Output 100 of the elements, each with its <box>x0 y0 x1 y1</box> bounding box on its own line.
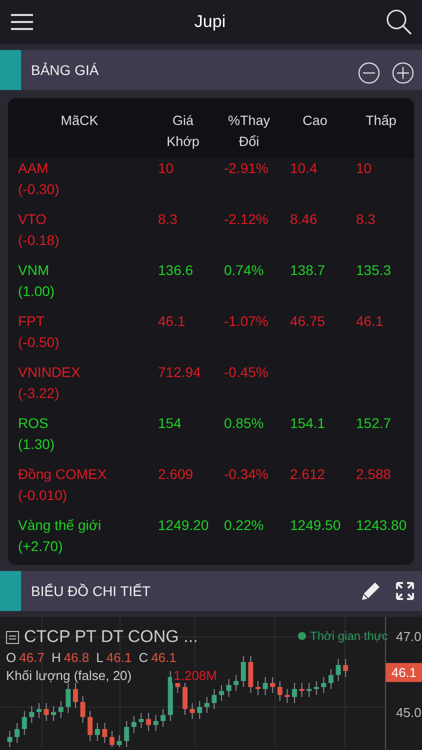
stock-symbol: ROS <box>18 414 48 433</box>
candlestick <box>94 722 100 742</box>
stock-symbol: FPT <box>18 312 44 331</box>
candlestick <box>36 702 42 718</box>
candlestick <box>292 682 297 704</box>
table-cell: -1.07% <box>224 313 268 329</box>
candlestick <box>102 722 108 744</box>
candlestick <box>131 716 136 734</box>
candlestick <box>66 682 71 714</box>
table-cell: 46.1 <box>356 313 384 329</box>
table-cell: 46.75 <box>290 313 326 329</box>
candlestick <box>219 684 224 702</box>
section-title: BẢNG GIÁ <box>31 62 100 78</box>
column-header: %Thay Đổi <box>226 112 272 151</box>
volume-value: 1.208M <box>172 668 219 683</box>
table-cell: 10 <box>158 160 174 176</box>
ohlc-label: O <box>6 650 16 665</box>
table-cell: -2.12% <box>224 211 268 227</box>
table-cell: 135.3 <box>356 262 392 278</box>
table-cell: -2.91% <box>224 160 268 176</box>
pencil-icon[interactable] <box>360 580 382 602</box>
zoom-out-icon[interactable] <box>358 62 380 84</box>
candlestick <box>321 676 326 694</box>
search-icon[interactable] <box>386 9 412 35</box>
table-cell: -0.45% <box>224 364 268 380</box>
candlestick <box>284 688 290 704</box>
table-cell: 46.1 <box>158 313 186 329</box>
candlestick <box>343 658 348 678</box>
app-title: Jupi <box>194 12 226 32</box>
candlestick <box>226 678 232 698</box>
candlestick <box>14 722 20 744</box>
ohlc-value: 46.7 <box>19 650 44 665</box>
candlestick <box>58 700 64 718</box>
volume-label: Khối lượng (false, 20) <box>6 668 132 683</box>
price-change: (-3.22) <box>18 384 60 403</box>
stock-symbol: VNM <box>18 261 50 280</box>
price-change: (-0.010) <box>18 486 68 505</box>
column-header: Cao <box>302 112 328 130</box>
table-cell: 138.7 <box>290 262 326 278</box>
candlestick <box>124 720 130 747</box>
candlestick <box>277 680 282 702</box>
candlestick <box>270 676 276 694</box>
price-change: (-0.18) <box>18 231 60 250</box>
column-header: Giá Khớp <box>166 112 200 151</box>
ohlc-label: H <box>51 650 61 665</box>
table-cell: 136.6 <box>158 262 194 278</box>
candlestick <box>212 688 217 710</box>
table-cell: 154 <box>158 415 182 431</box>
accent-bar <box>0 571 21 611</box>
table-cell: 0.74% <box>224 262 264 278</box>
table-cell: 10 <box>356 160 372 176</box>
instrument-name: CTCP PT DT CONG ... <box>24 627 198 647</box>
zoom-in-icon[interactable] <box>392 62 414 84</box>
stock-symbol: AAM <box>18 159 48 178</box>
candlestick <box>22 710 27 736</box>
ohlc-value: 46.8 <box>64 650 90 665</box>
status-dot <box>298 632 306 640</box>
table-cell: 1243.80 <box>356 517 407 533</box>
table-cell: 154.1 <box>290 415 326 431</box>
section-title: BIỂU ĐỒ CHI TIẾT <box>31 583 152 599</box>
table-cell: 0.22% <box>224 517 264 533</box>
table-cell: 0.85% <box>224 415 264 431</box>
stock-symbol: VNINDEX <box>18 363 80 382</box>
stock-symbol: VTO <box>18 210 47 229</box>
candlestick <box>262 676 268 696</box>
ohlc-value: 46.1 <box>151 650 176 665</box>
candlestick <box>248 656 254 694</box>
menu-icon[interactable] <box>10 13 34 31</box>
price-change: (1.30) <box>18 435 55 454</box>
candlestick <box>29 706 34 724</box>
candlestick <box>80 696 86 724</box>
candlestick <box>88 710 93 742</box>
table-cell: 2.609 <box>158 466 194 482</box>
realtime-label: Thời gian thực <box>310 629 388 643</box>
candlestick <box>306 682 312 698</box>
fullscreen-icon[interactable] <box>396 582 414 600</box>
price-change: (1.00) <box>18 282 55 301</box>
candlestick <box>197 700 202 720</box>
candlestick <box>73 682 78 708</box>
table-cell: 1249.50 <box>290 517 341 533</box>
candlestick <box>110 730 114 747</box>
accent-bar <box>0 50 21 90</box>
candlestick <box>240 656 246 688</box>
candlestick <box>153 714 158 732</box>
ohlc-label: L <box>96 650 104 665</box>
table-cell: 2.588 <box>356 466 392 482</box>
axis-label: 47.0 <box>396 629 422 644</box>
candlestick <box>146 712 151 732</box>
table-cell: 8.46 <box>290 211 318 227</box>
price-tag: 46.1 <box>386 663 422 682</box>
collapse-icon[interactable] <box>6 630 19 644</box>
table-cell: 2.612 <box>290 466 326 482</box>
ohlc-label: C <box>138 650 148 665</box>
table-cell: -0.34% <box>224 466 268 482</box>
candlestick <box>190 702 195 720</box>
table-cell: 712.94 <box>158 364 201 380</box>
candlestick <box>328 668 334 690</box>
candlestick <box>182 680 188 716</box>
stock-symbol: Vàng thế giới <box>18 516 102 535</box>
candlestick <box>204 696 210 714</box>
